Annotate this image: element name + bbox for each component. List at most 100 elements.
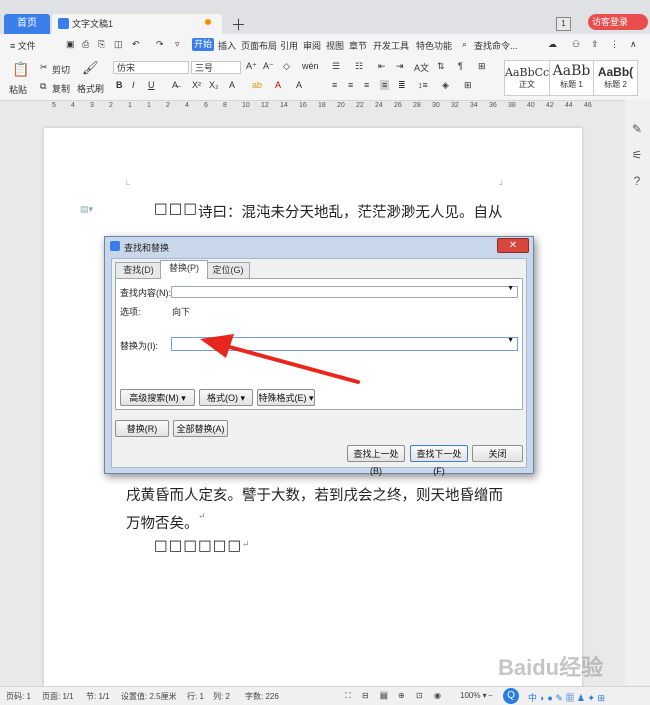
underline-icon[interactable]: U [148, 80, 155, 90]
format-painter-icon[interactable]: 🖌 [82, 60, 99, 76]
read-view-icon[interactable]: ⊡ [416, 691, 423, 700]
align-right-icon[interactable]: ≡ [364, 80, 369, 90]
replace-all-button[interactable]: 全部替换(A) [173, 420, 228, 437]
more-chevron-icon[interactable]: ▿ [175, 39, 180, 50]
highlight-icon[interactable]: ab [252, 80, 262, 90]
superscript-icon[interactable]: X² [192, 80, 201, 90]
status-words[interactable]: 字数: 226 [245, 691, 279, 702]
cut-button[interactable]: 剪切 [52, 63, 70, 76]
tab-find[interactable]: 查找(D) [115, 262, 162, 278]
status-col[interactable]: 列: 2 [213, 691, 230, 702]
line-spacing-icon[interactable]: ↕≡ [418, 80, 428, 90]
show-marks-icon[interactable]: ¶ [458, 61, 463, 71]
ime-toolbar-icon[interactable]: 中 ◗ ● ✎ ▦ ♟ ✦ ⊞ [528, 691, 605, 704]
new-tab-plus-icon[interactable]: ＋ [231, 14, 246, 35]
paste-button[interactable]: 粘贴 [9, 83, 27, 96]
menu-page-layout[interactable]: 页面布局 [241, 39, 277, 52]
menu-chapter[interactable]: 章节 [349, 39, 367, 52]
zoom-level[interactable]: 100% ▾ [460, 691, 487, 700]
find-dropdown-icon[interactable]: ▼ [507, 285, 514, 292]
style-heading1[interactable]: AaBb 标题 1 [550, 60, 594, 96]
paragraph-handle-icon[interactable]: ▤▾ [80, 204, 93, 215]
file-menu[interactable]: ≡ 文件 [10, 39, 36, 52]
menu-insert[interactable]: 插入 [218, 39, 236, 52]
adjust-icon[interactable]: ⚟ [630, 148, 644, 162]
dialog-titlebar[interactable]: 查找和替换 ✕ [105, 237, 533, 255]
outdent-icon[interactable]: ⇤ [378, 61, 386, 72]
menu-developer[interactable]: 开发工具 [373, 39, 409, 52]
copy-icon[interactable]: ⧉ [40, 81, 46, 92]
replace-button[interactable]: 替换(R) [115, 420, 169, 437]
window-count-badge[interactable]: 1 [556, 17, 571, 31]
print-icon[interactable]: ⎘ [98, 39, 105, 50]
collapse-ribbon-icon[interactable]: ∧ [630, 39, 637, 50]
grow-font-icon[interactable]: A⁺ [246, 61, 257, 72]
undo-icon[interactable]: ↶ [132, 39, 140, 50]
numbered-list-icon[interactable]: ☷ [355, 61, 363, 72]
cut-icon[interactable]: ✂ [40, 62, 48, 73]
menu-review[interactable]: 审阅 [303, 39, 321, 52]
menu-reference[interactable]: 引用 [280, 39, 298, 52]
cloud-icon[interactable]: ☁ [548, 39, 557, 50]
advanced-search-button[interactable]: 高级搜索(M) ▾ [120, 389, 195, 406]
collab-icon[interactable]: ⚇ [572, 39, 580, 50]
borders-icon[interactable]: ⊞ [464, 80, 472, 91]
fit-icon[interactable]: ⛶ [345, 691, 351, 701]
menu-start[interactable]: 开始 [192, 38, 214, 51]
distributed-icon[interactable]: ≣ [398, 80, 406, 91]
text-effect-icon[interactable]: A [229, 80, 235, 90]
italic-icon[interactable]: I [132, 80, 135, 90]
align-center-icon[interactable]: ≡ [348, 80, 353, 90]
guest-login-button[interactable]: 访客登录 [588, 14, 648, 30]
find-previous-button[interactable]: 查找上一处(B) [347, 445, 405, 476]
status-section[interactable]: 节: 1/1 [86, 691, 110, 702]
close-button[interactable]: 关闭 [472, 445, 523, 462]
justify-icon[interactable]: ≡ [380, 80, 390, 90]
status-setting[interactable]: 设置值: 2.5厘米 [121, 691, 177, 702]
dialog-close-icon[interactable]: ✕ [497, 238, 529, 253]
style-heading2[interactable]: AaBb( 标题 2 [594, 60, 638, 96]
ime-logo-icon[interactable]: Q [503, 688, 519, 704]
save-icon[interactable]: ▣ [66, 39, 75, 50]
copy-button[interactable]: 复制 [52, 82, 70, 95]
find-input[interactable]: ▼ [171, 285, 518, 298]
zoom-out-icon[interactable]: − [488, 691, 493, 700]
format-painter-button[interactable]: 格式刷 [77, 82, 104, 95]
indent-icon[interactable]: ⇥ [396, 61, 404, 72]
strikethrough-icon[interactable]: A̶ [172, 80, 178, 90]
pinyin-icon[interactable]: wén [302, 61, 319, 71]
web-view-icon[interactable]: ⊕ [398, 691, 405, 700]
format-button[interactable]: 格式(O) ▾ [199, 389, 253, 406]
sort-icon[interactable]: ⇅ [437, 61, 445, 72]
share-icon[interactable]: ⇪ [591, 39, 599, 50]
eye-icon[interactable]: ◉ [434, 691, 441, 700]
outline-icon[interactable]: ⊟ [362, 691, 369, 700]
paragraph-settings-icon[interactable]: ⊞ [478, 61, 486, 72]
preview-icon[interactable]: ◫ [114, 39, 123, 50]
shrink-font-icon[interactable]: A⁻ [263, 61, 274, 72]
chinese-layout-icon[interactable]: A文 [414, 61, 429, 74]
find-next-button[interactable]: 查找下一处(F) [410, 445, 468, 476]
pen-icon[interactable]: ✎ [630, 122, 644, 136]
replace-dropdown-icon[interactable]: ▼ [507, 337, 514, 344]
command-search[interactable]: 查找命令... [474, 39, 518, 52]
tab-replace[interactable]: 替换(P) [160, 260, 208, 279]
help-icon[interactable]: ? [630, 174, 644, 188]
tab-goto[interactable]: 定位(G) [206, 262, 250, 278]
font-color-icon[interactable]: A [275, 80, 281, 90]
font-size-select[interactable]: 三号 [191, 61, 241, 74]
menu-view[interactable]: 视图 [326, 39, 344, 52]
redo-icon[interactable]: ↷ [156, 39, 164, 50]
align-left-icon[interactable]: ≡ [332, 80, 337, 90]
more-icon[interactable]: ⋮ [610, 39, 619, 50]
vertical-ruler[interactable] [0, 113, 12, 683]
style-normal[interactable]: AaBbCcI 正文 [504, 60, 554, 96]
horizontal-ruler[interactable]: 5 4 3 2 1 1 2 4 6 8 10 12 14 16 18 20 22 24 26 28 30 32 34 36 38… [30, 101, 635, 113]
menu-features[interactable]: 特色功能 [416, 39, 452, 52]
shading-icon[interactable]: ◈ [442, 80, 449, 91]
home-tab[interactable]: 首页 [4, 14, 50, 34]
clear-format-icon[interactable]: ◇ [283, 61, 290, 72]
search-icon[interactable]: ⌕ [462, 39, 467, 50]
char-border-icon[interactable]: A [296, 80, 302, 90]
bullet-list-icon[interactable]: ☰ [332, 61, 340, 72]
